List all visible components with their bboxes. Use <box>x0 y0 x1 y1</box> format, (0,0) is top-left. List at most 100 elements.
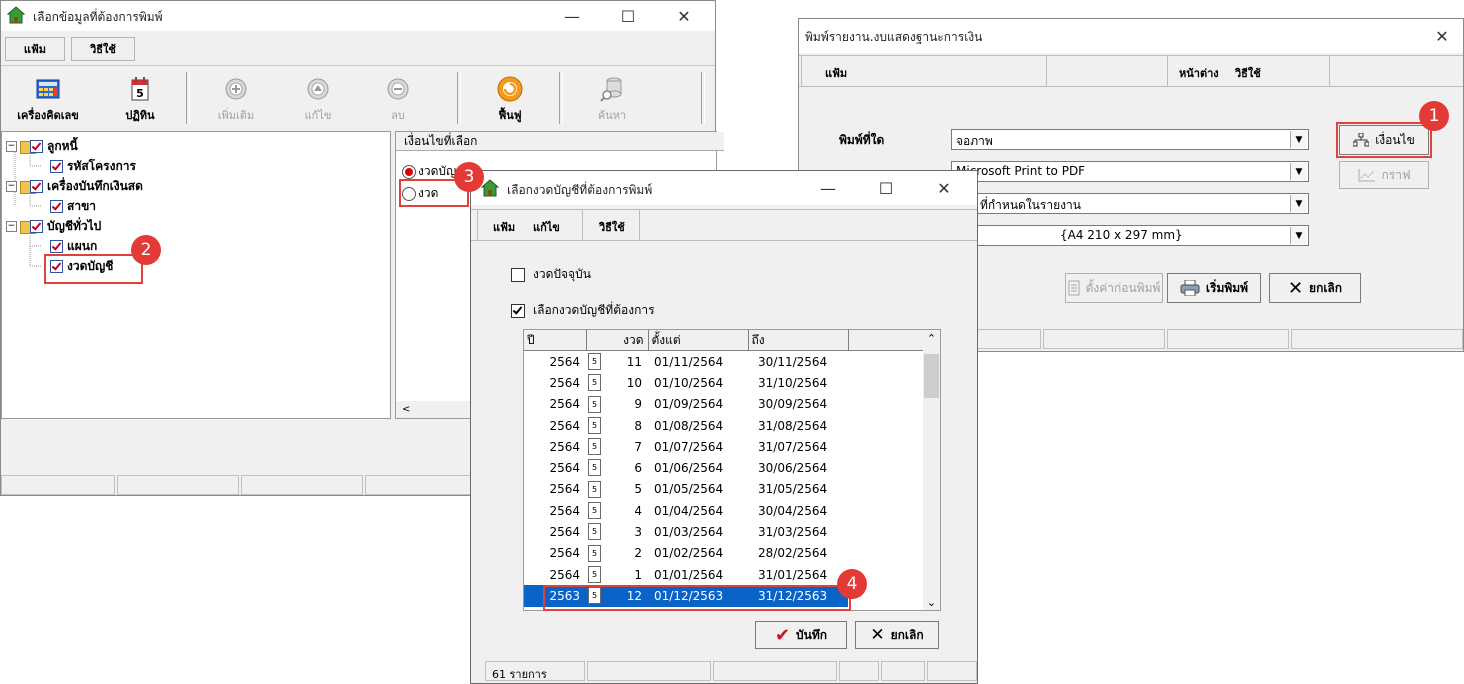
save-button[interactable]: ✔ บันทึก <box>755 621 847 649</box>
checked-icon[interactable] <box>50 199 63 213</box>
menu-file[interactable]: แฟ้ม <box>825 64 847 82</box>
current-period-checkbox[interactable]: งวดปัจจุบัน <box>511 265 591 284</box>
period-value: 7 <box>634 439 642 454</box>
column-header-year[interactable]: ปี <box>524 330 587 351</box>
status-cell <box>713 661 837 681</box>
checkbox-icon[interactable] <box>511 267 525 282</box>
maximize-button[interactable]: ☐ <box>863 173 909 203</box>
period-value: 8 <box>634 418 642 433</box>
cell-to: 30/06/2564 <box>758 461 828 476</box>
table-header-row: ปี งวด ตั้งแต่ ถึง <box>524 330 924 351</box>
menu-window[interactable]: หน้าต่าง <box>1179 64 1219 82</box>
window-title: พิมพ์รายงาน.งบแสดงฐานะการเงิน <box>805 30 983 44</box>
cell-blank <box>848 393 924 415</box>
checkbox-checked-icon[interactable] <box>511 303 525 318</box>
table-row[interactable]: 2564 5 3 01/03/2564 31/03/2564 <box>524 521 924 543</box>
scroll-thumb[interactable] <box>924 354 939 398</box>
checked-icon[interactable] <box>50 159 63 173</box>
calendar-button[interactable]: 5 ปฏิทิน <box>101 68 179 124</box>
menu-help[interactable]: วิธีใช้ <box>1235 64 1261 82</box>
dropdown-arrow-icon[interactable]: ▼ <box>1290 163 1307 180</box>
refresh-button[interactable]: ฟื้นฟู <box>471 68 549 124</box>
printer-select[interactable]: Microsoft Print to PDF ▼ <box>951 161 1309 182</box>
cell-from: 01/04/2564 <box>654 503 724 518</box>
tree-node-branch[interactable]: สาขา <box>50 197 96 215</box>
graph-button[interactable]: กราฟ <box>1339 161 1429 189</box>
close-x-icon: ✕ <box>1287 277 1304 299</box>
checked-icon[interactable] <box>30 219 43 233</box>
print-to-select[interactable]: จอภาพ ▼ <box>951 129 1309 150</box>
scroll-down-icon[interactable]: ⌄ <box>923 594 940 610</box>
table-row[interactable]: 2564 5 4 01/04/2564 30/04/2564 <box>524 500 924 522</box>
checked-icon[interactable] <box>30 179 43 193</box>
period-grid[interactable]: ปี งวด ตั้งแต่ ถึง 2564 5 11 01/11/2564 30/1… <box>523 329 941 611</box>
table-row[interactable]: 2564 5 7 01/07/2564 31/07/2564 <box>524 436 924 458</box>
close-button[interactable]: ✕ <box>1419 21 1464 51</box>
maximize-button[interactable]: ☐ <box>605 1 651 31</box>
table-row[interactable]: 2564 5 8 01/08/2564 31/08/2564 <box>524 414 924 437</box>
column-header-to[interactable]: ถึง <box>748 330 849 351</box>
minimize-button[interactable]: — <box>549 1 595 31</box>
search-button[interactable]: ค้นหา <box>573 68 651 124</box>
vertical-scrollbar[interactable]: ⌃ ⌄ <box>923 330 940 610</box>
add-button[interactable]: เพิ่มเติม <box>197 68 275 124</box>
start-print-button[interactable]: เริ่มพิมพ์ <box>1167 273 1261 303</box>
scroll-up-icon[interactable]: ⌃ <box>923 330 940 348</box>
cell-from: 01/11/2564 <box>654 354 724 369</box>
checked-icon[interactable] <box>30 139 43 153</box>
tree-node-general-ledger[interactable]: − บัญชีทั่วไป <box>6 217 101 235</box>
column-header-from[interactable]: ตั้งแต่ <box>648 330 749 351</box>
print-to-label: พิมพ์ที่ใด <box>839 133 885 147</box>
edit-button[interactable]: แก้ไข <box>279 68 357 124</box>
status-cell <box>1043 329 1165 349</box>
add-label: เพิ่มเติม <box>217 109 255 122</box>
radio-selected-icon[interactable] <box>402 164 416 179</box>
dropdown-arrow-icon[interactable]: ▼ <box>1290 131 1307 148</box>
collapse-icon[interactable]: − <box>6 220 17 232</box>
select-period-checkbox[interactable]: เลือกงวดบัญชีที่ต้องการ <box>511 301 655 320</box>
calculator-button[interactable]: เครื่องคิดเลข <box>9 68 87 124</box>
column-header-period[interactable]: งวด <box>586 330 649 351</box>
calendar-label: ปฏิทิน <box>125 109 155 122</box>
tree-node-cash-register[interactable]: − เครื่องบันทึกเงินสด <box>6 177 143 195</box>
table-row[interactable]: 2564 5 11 01/11/2564 30/11/2564 <box>524 350 924 373</box>
menu-help[interactable]: วิธีใช้ <box>71 37 135 61</box>
collapse-icon[interactable]: − <box>6 180 17 192</box>
title-bar[interactable]: เลือกงวดบัญชีที่ต้องการพิมพ์ — ☐ ✕ <box>471 171 977 205</box>
page-setup-label: ตั้งค่าก่อนพิมพ์ <box>1085 280 1161 295</box>
cell-period: 5 10 <box>586 372 648 393</box>
cancel-button[interactable]: ✕ ยกเลิก <box>1269 273 1361 303</box>
menu-help[interactable]: วิธีใช้ <box>599 218 625 236</box>
table-row[interactable]: 2564 5 6 01/06/2564 30/06/2564 <box>524 457 924 479</box>
toolbar-separator <box>559 72 563 124</box>
title-bar[interactable]: พิมพ์รายงาน.งบแสดงฐานะการเงิน ✕ <box>799 19 1463 53</box>
paper-size-select[interactable]: {A4 210 x 297 mm} ▼ <box>951 225 1309 246</box>
close-button[interactable]: ✕ <box>661 1 707 31</box>
close-button[interactable]: ✕ <box>921 173 967 203</box>
table-row[interactable]: 2564 5 10 01/10/2564 31/10/2564 <box>524 372 924 394</box>
page-setup-button[interactable]: ตั้งค่าก่อนพิมพ์ <box>1065 273 1163 303</box>
checked-icon[interactable] <box>50 239 63 253</box>
table-row[interactable]: 2564 5 5 01/05/2564 31/05/2564 <box>524 478 924 501</box>
minimize-button[interactable]: — <box>805 173 851 203</box>
collapse-icon[interactable]: − <box>6 140 17 152</box>
table-row[interactable]: 2564 5 9 01/09/2564 30/09/2564 <box>524 393 924 415</box>
report-option-select[interactable]: ที่กำหนดในรายงาน ▼ <box>951 193 1309 214</box>
cell-blank <box>848 457 924 479</box>
menu-file[interactable]: แฟ้ม <box>493 218 515 236</box>
tree-node-debtor[interactable]: − ลูกหนี้ <box>6 137 78 155</box>
table-row[interactable]: 2564 5 2 01/02/2564 28/02/2564 <box>524 542 924 564</box>
tree-node-project-code[interactable]: รหัสโครงการ <box>50 157 136 175</box>
dropdown-arrow-icon[interactable]: ▼ <box>1290 195 1307 212</box>
delete-button[interactable]: ลบ <box>359 68 437 124</box>
start-print-label: เริ่มพิมพ์ <box>1205 280 1249 295</box>
toolbar-separator <box>186 72 190 124</box>
menu-edit[interactable]: แก้ไข <box>533 218 560 236</box>
title-bar[interactable]: เลือกข้อมูลที่ต้องการพิมพ์ — ☐ ✕ <box>1 1 715 31</box>
current-period-label: งวดปัจจุบัน <box>533 267 591 281</box>
cell-year: 2564 <box>549 418 580 433</box>
menu-file[interactable]: แฟ้ม <box>5 37 65 61</box>
tree-node-department[interactable]: แผนก <box>50 237 97 255</box>
cancel-button[interactable]: ✕ ยกเลิก <box>855 621 939 649</box>
dropdown-arrow-icon[interactable]: ▼ <box>1290 227 1307 244</box>
